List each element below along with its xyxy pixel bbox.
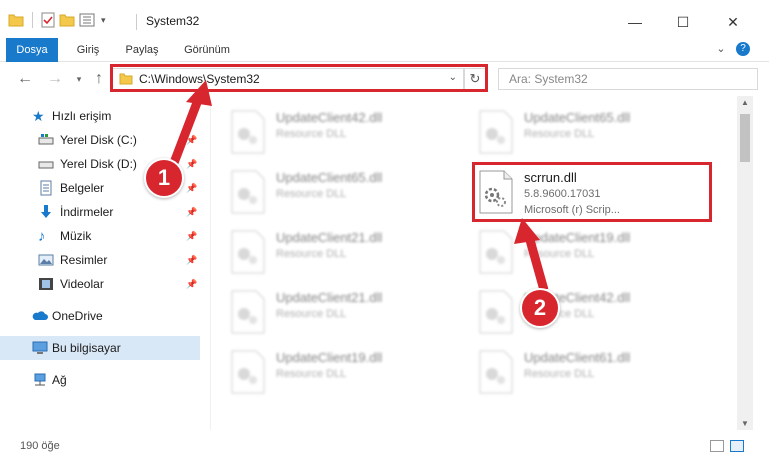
arrow-head-2 — [514, 218, 540, 244]
arrow-head-1 — [186, 80, 212, 106]
annotation-arrows — [167, 80, 549, 292]
step-marker-2: 2 — [520, 288, 560, 328]
arrow-line-2 — [525, 238, 549, 292]
step-marker-1: 1 — [144, 158, 184, 198]
arrow-line-1 — [167, 98, 203, 170]
